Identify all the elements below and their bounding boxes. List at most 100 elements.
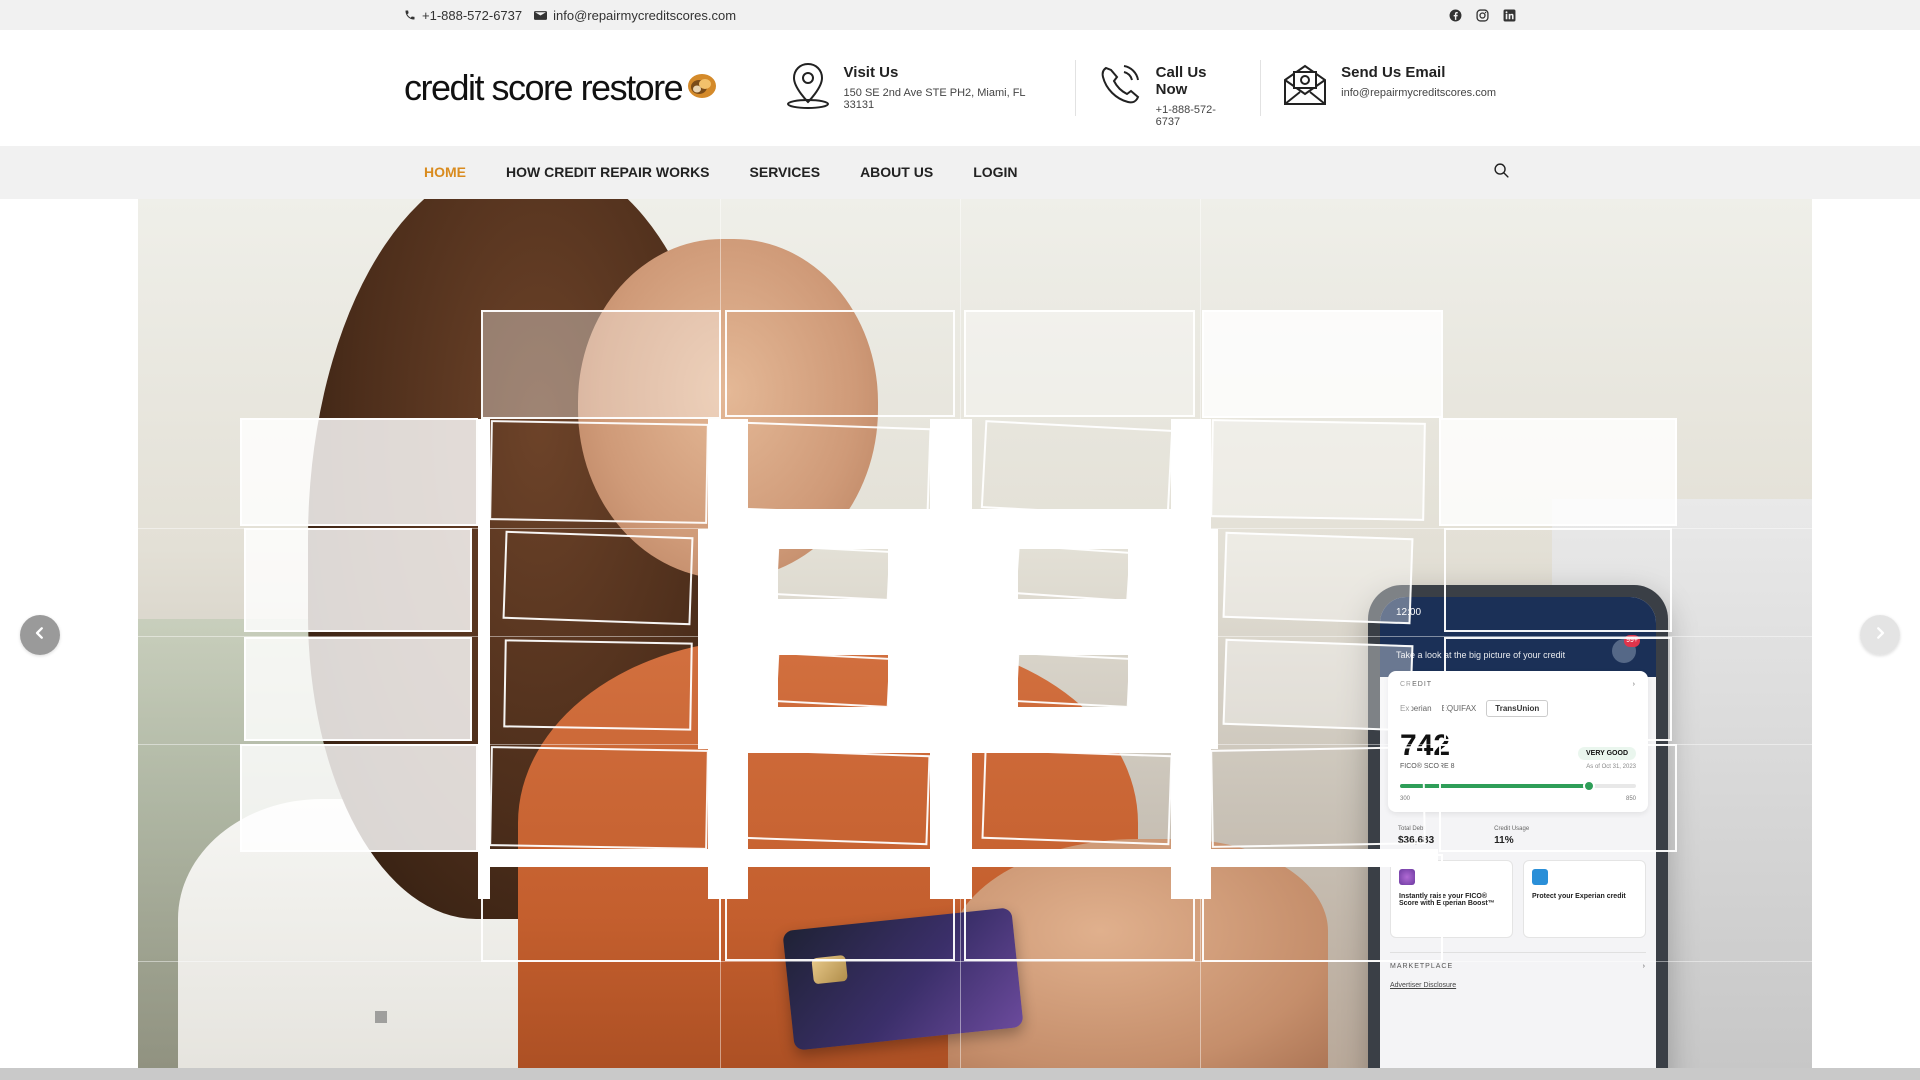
slider-prev-button[interactable]: [20, 615, 60, 655]
email-us-title: Send Us Email: [1341, 64, 1446, 81]
chevron-right-icon: [1873, 626, 1887, 645]
chevron-right-icon: ›: [1642, 963, 1646, 970]
top-email-text: info@repairmycreditscores.com: [553, 7, 737, 23]
score-bar: [1400, 780, 1636, 792]
score-type: FICO® SCORE 8: [1400, 763, 1455, 770]
email-us-block[interactable]: Send Us Email info@repairmycreditscores.…: [1260, 60, 1516, 116]
marketplace-row: MARKETPLACE ›: [1390, 952, 1646, 970]
location-pin-icon: [784, 60, 832, 115]
top-email[interactable]: info@repairmycreditscores.com: [534, 8, 736, 23]
top-phone[interactable]: +1-888-572-6737: [404, 8, 522, 23]
protect-tile: Protect your Experian credit: [1523, 860, 1646, 938]
score-range: 300 850: [1400, 796, 1636, 802]
main-nav: HOME HOW CREDIT REPAIR WORKS SERVICES AB…: [0, 146, 1920, 199]
site-header: credit score restore Visit Us 150 SE 2nd…: [0, 30, 1920, 146]
logo-mark-icon: [686, 72, 718, 105]
visit-us-block: Visit Us 150 SE 2nd Ave STE PH2, Miami, …: [764, 60, 1075, 116]
nav-item-services[interactable]: SERVICES: [730, 146, 841, 199]
boost-icon: [1399, 869, 1415, 885]
email-us-text: Send Us Email info@repairmycreditscores.…: [1341, 60, 1496, 99]
credit-score: 742: [1400, 729, 1451, 762]
phone-mockup: 12:00 Take a look at the big picture of …: [1368, 585, 1668, 1069]
stat-total-debt: Total Debt $36,683: [1398, 826, 1434, 846]
boost-tile: Instantly raise your FICO® Score with Ex…: [1390, 860, 1513, 938]
app-tiles: Instantly raise your FICO® Score with Ex…: [1390, 860, 1646, 938]
score-bar-knob: [1582, 780, 1595, 792]
instagram-icon[interactable]: [1476, 8, 1489, 22]
slide-indicator[interactable]: [375, 1011, 387, 1023]
status-time: 12:00: [1396, 607, 1422, 618]
envelope-icon: [534, 10, 548, 21]
bureau-transunion: TransUnion: [1486, 700, 1549, 717]
chevron-right-icon: ›: [1632, 681, 1636, 688]
total-debt-label: Total Debt: [1398, 826, 1426, 832]
call-us-block[interactable]: Call Us Now +1-888-572-6737: [1074, 60, 1261, 128]
rating-box: VERY GOOD As of Oct 31, 2023: [1577, 747, 1636, 770]
visit-us-text: Visit Us 150 SE 2nd Ave STE PH2, Miami, …: [844, 60, 1055, 111]
social-links: [1449, 8, 1516, 22]
range-min: 300: [1400, 796, 1411, 802]
credit-panel-head: CREDIT ›: [1400, 681, 1636, 688]
site-logo[interactable]: credit score restore: [404, 67, 764, 109]
card-chip: [811, 954, 848, 985]
range-max: 850: [1625, 796, 1636, 802]
bell-icon: 99+: [1612, 635, 1640, 663]
header-inner: credit score restore Visit Us 150 SE 2nd…: [404, 30, 1516, 146]
app-header: 12:00 Take a look at the big picture of …: [1380, 597, 1656, 677]
notification-badge: 99+: [1624, 635, 1640, 647]
visit-us-title: Visit Us: [843, 64, 899, 81]
hero-photo: 12:00 Take a look at the big picture of …: [138, 199, 1812, 1069]
stat-credit-usage: Credit Usage 11%: [1494, 826, 1529, 846]
linkedin-icon[interactable]: [1503, 9, 1516, 22]
phone-ringing-icon: [1096, 60, 1144, 115]
marketplace-label: MARKETPLACE: [1390, 963, 1454, 970]
call-us-text: Call Us Now +1-888-572-6737: [1156, 60, 1241, 128]
nav-item-login[interactable]: LOGIN: [953, 146, 1037, 199]
nav-item-home[interactable]: HOME: [404, 146, 486, 199]
top-bar-inner: +1-888-572-6737 info@repairmycreditscore…: [404, 0, 1516, 30]
facebook-icon[interactable]: [1449, 9, 1462, 22]
call-us-title: Call Us Now: [1155, 64, 1207, 98]
app-greeting: Take a look at the big picture of your c…: [1396, 650, 1566, 660]
visit-us-address: 150 SE 2nd Ave STE PH2, Miami, FL 33131: [843, 87, 1026, 111]
credit-panel-label: CREDIT: [1400, 681, 1433, 688]
call-us-number: +1-888-572-6737: [1155, 104, 1216, 128]
top-phone-text: +1-888-572-6737: [422, 7, 523, 23]
nav-item-how-credit-repair-works[interactable]: HOW CREDIT REPAIR WORKS: [486, 146, 730, 199]
lock-icon: [1532, 869, 1548, 885]
total-debt-value: $36,683: [1398, 835, 1435, 846]
score-bar-fill: [1400, 784, 1589, 788]
credit-usage-label: Credit Usage: [1494, 826, 1530, 832]
nav-item-about-us[interactable]: ABOUT US: [840, 146, 953, 199]
search-icon: [1493, 162, 1510, 183]
mail-at-icon: [1281, 60, 1329, 115]
slider-next-button[interactable]: [1860, 615, 1900, 655]
phone-icon: [404, 9, 416, 21]
status-line: 12:00: [1396, 607, 1640, 618]
page-bottom-strip: [0, 1068, 1920, 1080]
phone-screen: 12:00 Take a look at the big picture of …: [1380, 597, 1656, 1069]
bureau-tabs: Experian EQUIFAX TransUnion: [1400, 700, 1636, 717]
search-button[interactable]: [1493, 162, 1510, 184]
advertiser-disclosure: Advertiser Disclosure: [1390, 982, 1457, 989]
protect-tile-text: Protect your Experian credit: [1532, 893, 1626, 900]
top-bar: +1-888-572-6737 info@repairmycreditscore…: [0, 0, 1920, 30]
credit-card: [782, 907, 1024, 1051]
credit-stats: Total Debt $36,683 Credit Usage 11%: [1398, 826, 1638, 846]
logo-text: credit score restore: [404, 67, 684, 108]
nav-menu: HOME HOW CREDIT REPAIR WORKS SERVICES AB…: [404, 146, 1038, 199]
top-contact: +1-888-572-6737 info@repairmycreditscore…: [404, 8, 736, 23]
credit-panel: CREDIT › Experian EQUIFAX TransUnion 742…: [1388, 671, 1648, 812]
boost-tile-text: Instantly raise your FICO® Score with Ex…: [1399, 893, 1495, 907]
credit-usage-value: 11%: [1494, 835, 1514, 846]
chevron-left-icon: [33, 626, 47, 645]
hero-slider: 12:00 Take a look at the big picture of …: [138, 199, 1812, 1069]
score-row: 742 FICO® SCORE 8 VERY GOOD As of Oct 31…: [1400, 731, 1636, 770]
main-nav-inner: HOME HOW CREDIT REPAIR WORKS SERVICES AB…: [404, 146, 1516, 199]
score-date: As of Oct 31, 2023: [1586, 764, 1636, 770]
rating-badge: VERY GOOD: [1577, 747, 1636, 760]
email-us-address: info@repairmycreditscores.com: [1341, 87, 1496, 99]
bureau-experian: Experian: [1400, 704, 1432, 713]
woman-face: [578, 239, 878, 579]
bureau-equifax: EQUIFAX: [1441, 704, 1477, 713]
